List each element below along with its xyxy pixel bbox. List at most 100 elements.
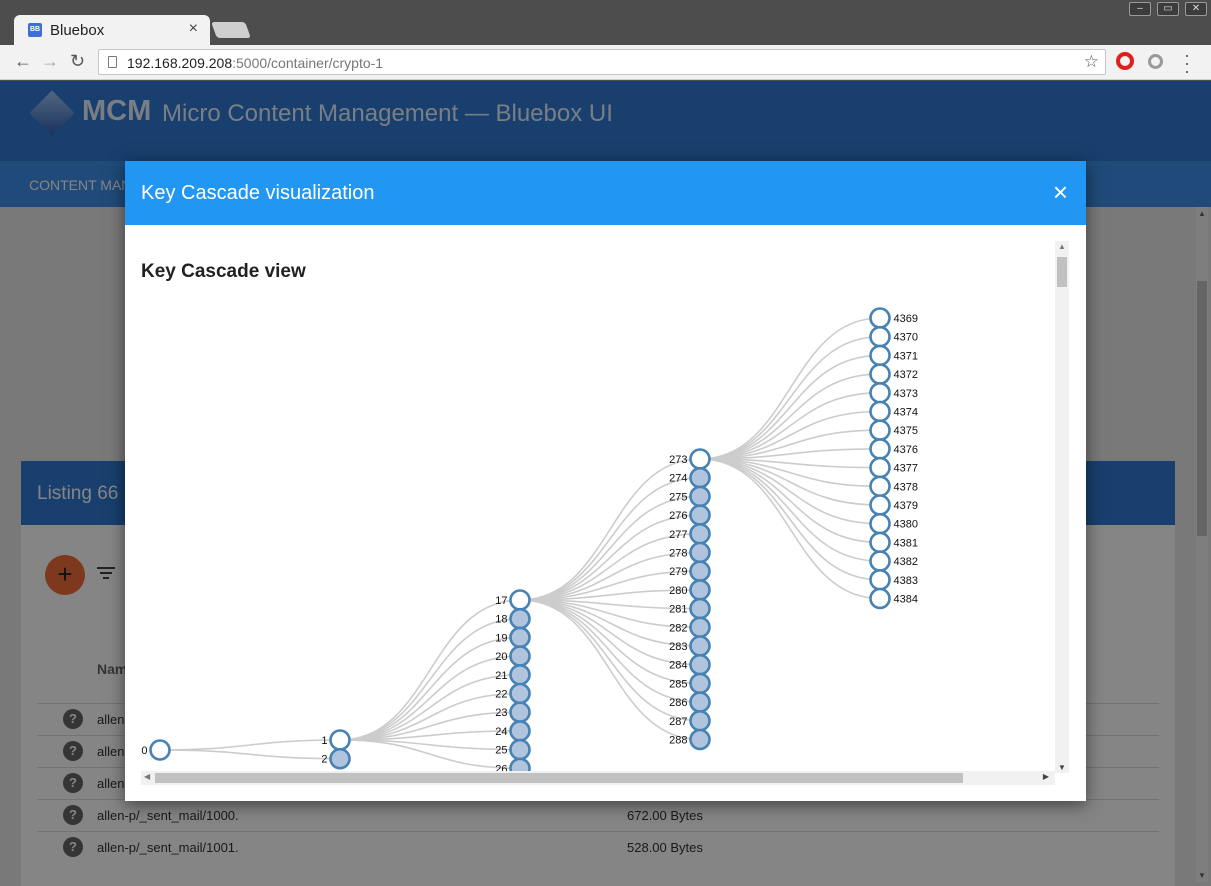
tree-node[interactable] [689,522,711,545]
tree-node[interactable] [149,739,171,761]
forward-arrow-icon[interactable]: → [41,51,59,72]
tree-node[interactable] [689,448,711,470]
tree-node-label: 25 [495,745,507,757]
url-host: 192.168.209.208 [127,55,233,71]
tree-node-label: 278 [669,548,687,560]
tree-node[interactable] [869,363,891,385]
tree-node[interactable] [689,466,711,489]
tree-node[interactable] [869,438,891,460]
back-arrow-icon[interactable]: ← [14,51,32,72]
tree-node-label: 0 [141,745,147,757]
tree-node[interactable] [689,541,711,564]
tree-node[interactable] [509,701,531,724]
tree-node-label: 18 [495,614,507,626]
new-tab-button[interactable] [211,22,251,38]
tree-node[interactable] [689,635,711,657]
scroll-right-arrow-icon[interactable]: ▶ [1043,772,1049,781]
tree-link [699,458,881,581]
viz-hscroll-thumb[interactable] [155,773,963,783]
tree-node[interactable] [869,456,891,479]
url-text[interactable]: 192.168.209.208:5000/container/crypto-1 [127,55,383,71]
tree-node[interactable] [869,494,891,516]
maximize-button[interactable]: ▭ [1157,2,1179,16]
tree-node-label: 4374 [894,407,918,419]
tree-node[interactable] [869,531,891,554]
tree-node[interactable] [869,325,891,348]
tree-node[interactable] [869,382,891,404]
tree-node[interactable] [689,672,711,695]
tree-node[interactable] [509,626,531,649]
tree-node-label: 282 [669,622,687,634]
tree-node[interactable] [509,757,531,771]
tree-node[interactable] [689,597,711,620]
tree-node-label: 285 [669,678,687,690]
tree-node-label: 273 [669,454,687,466]
tree-node[interactable] [689,504,711,526]
tree-node[interactable] [509,738,531,761]
tab-close-icon[interactable]: × [189,20,198,38]
tree-node-label: 4376 [894,444,918,456]
viz-vertical-scrollbar[interactable]: ▲ ▼ [1055,241,1069,773]
browser-tab[interactable]: BB Bluebox × [14,15,210,45]
opera-extension-icon[interactable] [1116,52,1134,70]
tree-link [699,410,881,460]
tree-link [699,354,881,460]
tree-node-label: 286 [669,697,687,709]
tree-node[interactable] [869,550,891,572]
browser-menu-icon[interactable]: · · · [1184,46,1190,80]
tree-link [699,373,881,460]
tree-node[interactable] [869,307,891,329]
tree-node[interactable] [509,663,531,686]
extension-icon[interactable] [1148,54,1163,69]
tree-link [699,317,881,460]
scroll-down-arrow-icon[interactable]: ▼ [1058,763,1066,772]
tree-node[interactable] [509,682,531,705]
tree-node[interactable] [689,485,711,508]
tree-node-label: 4384 [894,594,918,606]
visualization-area: 0 1 2 17 18 19 20 21 22 23 24 25 26 273 274 275 276 277 27… [141,241,1071,786]
tree-link [159,739,341,751]
tree-node-label: 23 [495,707,507,719]
tree-node-label: 4379 [894,500,918,512]
tree-node[interactable] [869,568,891,591]
tree-node[interactable] [689,728,711,751]
viz-vscroll-thumb[interactable] [1057,257,1067,287]
tree-node[interactable] [869,475,891,498]
bookmark-star-icon[interactable]: ☆ [1084,52,1099,72]
tree-link [339,674,521,741]
tree-node-label: 21 [495,670,507,682]
tree-node[interactable] [869,419,891,441]
minimize-button[interactable]: – [1129,2,1151,16]
tree-node[interactable] [689,653,711,676]
tree-node[interactable] [689,691,711,713]
tree-node[interactable] [509,645,531,667]
tree-node[interactable] [869,512,891,535]
tree-node[interactable] [869,344,891,367]
tree-node[interactable] [329,747,351,770]
tree-node-label: 4382 [894,556,918,568]
close-icon[interactable]: × [1053,179,1068,205]
browser-titlebar: – ▭ ✕ BB Bluebox × [0,0,1211,45]
tree-node-label: 281 [669,604,687,616]
tree-node[interactable] [509,607,531,630]
tree-node-label: 279 [669,566,687,578]
tree-node[interactable] [869,587,891,610]
tree-node[interactable] [509,720,531,742]
tree-node-label: 284 [669,660,687,672]
key-cascade-tree[interactable]: 0 1 2 17 18 19 20 21 22 23 24 25 26 273 274 275 276 277 27… [141,241,1055,771]
scroll-left-arrow-icon[interactable]: ◀ [144,772,150,781]
modal-title: Key Cascade visualization [141,182,375,204]
tree-node[interactable] [329,729,351,751]
tree-node[interactable] [689,616,711,639]
close-window-button[interactable]: ✕ [1185,2,1207,16]
scroll-up-arrow-icon[interactable]: ▲ [1058,242,1066,251]
address-bar[interactable]: 192.168.209.208:5000/container/crypto-1 … [98,49,1106,75]
tree-link [699,458,881,525]
reload-icon[interactable]: ↻ [70,51,85,72]
tree-node[interactable] [689,560,711,583]
viz-horizontal-scrollbar[interactable]: ◀ ▶ [141,771,1055,785]
tree-node[interactable] [689,709,711,732]
tree-node[interactable] [869,400,891,423]
tree-node[interactable] [689,579,711,601]
tree-node[interactable] [509,589,531,611]
